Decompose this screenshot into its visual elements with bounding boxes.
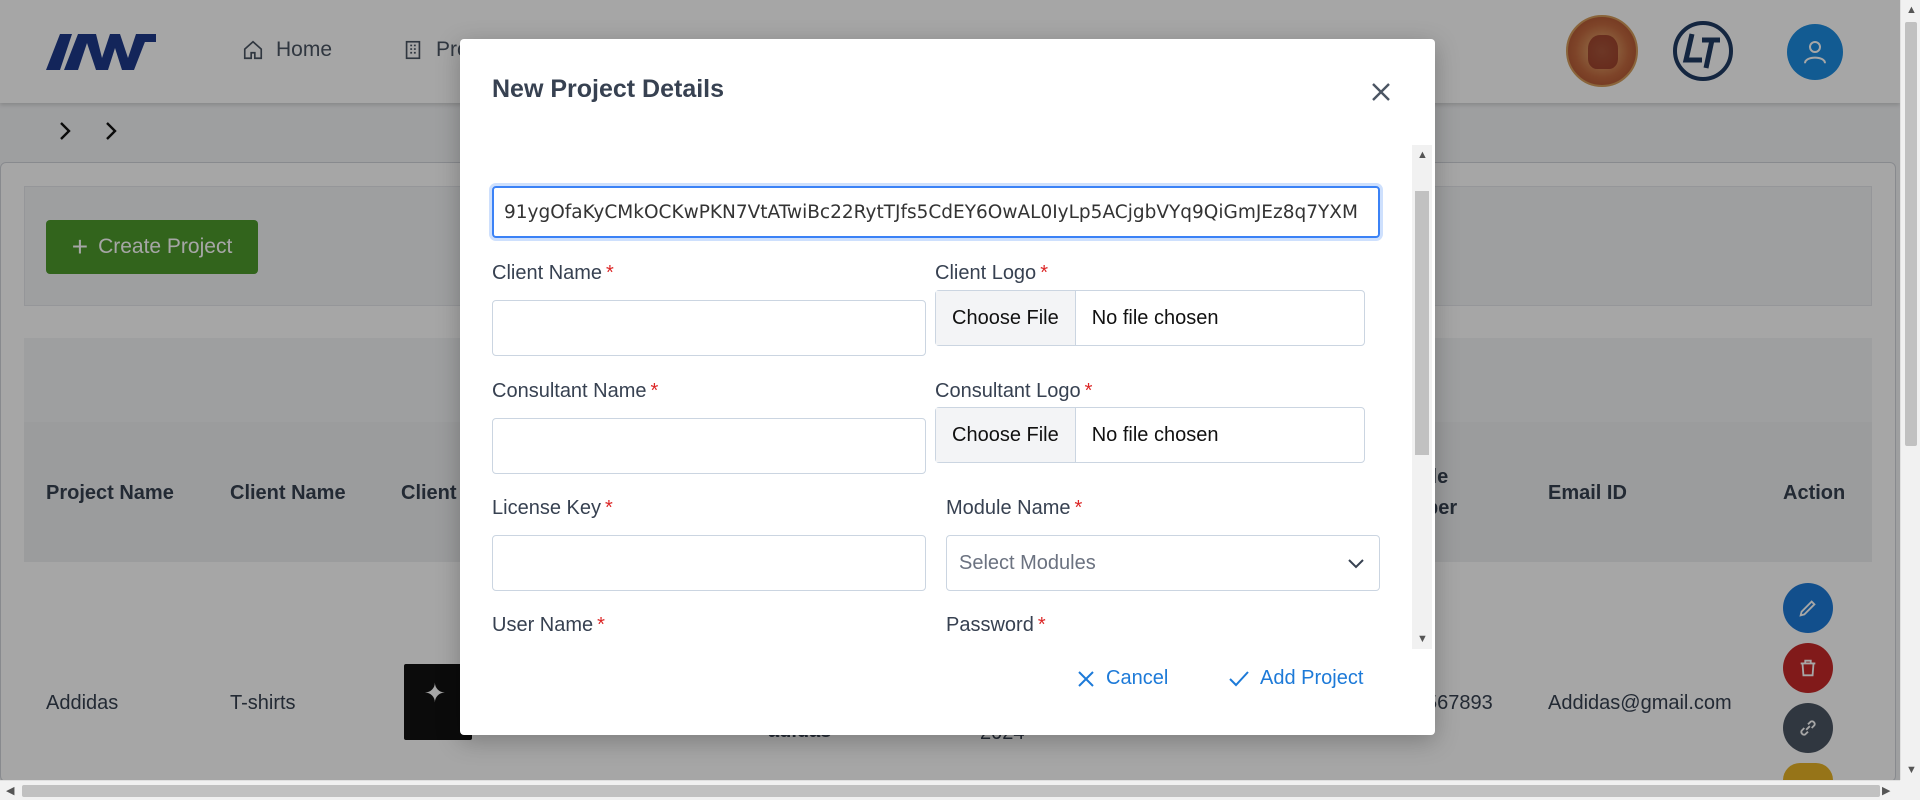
file-status-text: No file chosen — [1091, 306, 1219, 329]
cancel-button[interactable]: Cancel — [1076, 667, 1168, 690]
scroll-up-arrow-icon[interactable]: ▲ — [1906, 4, 1917, 16]
chevron-down-icon — [1348, 559, 1364, 569]
scroll-left-arrow-icon[interactable]: ◀ — [6, 784, 14, 797]
choose-file-button[interactable]: Choose File — [936, 291, 1076, 345]
consultant-logo-label: Consultant Logo * — [935, 380, 1093, 402]
client-logo-label: Client Logo * — [935, 262, 1048, 284]
license-key-label: License Key * — [492, 497, 613, 519]
license-key-value-input[interactable]: 91ygOfaKyCMkOCKwPKN7VtATwiBc22RytTJfs5Cd… — [492, 186, 1380, 238]
page-vertical-scrollbar[interactable]: ▲ ▼ — [1900, 0, 1920, 780]
cancel-label: Cancel — [1106, 667, 1169, 689]
new-project-modal: New Project Details 91ygOfaKyCMkOCKwPKN7… — [460, 39, 1435, 735]
vertical-scroll-thumb[interactable] — [1905, 22, 1917, 446]
choose-file-button[interactable]: Choose File — [936, 408, 1076, 462]
horizontal-scroll-thumb[interactable] — [22, 785, 1880, 797]
module-select-placeholder: Select Modules — [959, 551, 1096, 574]
file-status-text: No file chosen — [1091, 423, 1219, 446]
scroll-down-arrow-icon[interactable]: ▼ — [1906, 764, 1917, 776]
license-key-input[interactable] — [492, 535, 926, 591]
modal-scroll-thumb[interactable] — [1415, 191, 1429, 455]
modal-scrollbar[interactable]: ▲ ▼ — [1412, 145, 1432, 649]
module-select[interactable]: Select Modules — [946, 535, 1380, 591]
check-icon — [1229, 670, 1249, 686]
client-name-input[interactable] — [492, 300, 926, 356]
modal-body: 91ygOfaKyCMkOCKwPKN7VtATwiBc22RytTJfs5Cd… — [460, 145, 1412, 649]
scroll-corner — [1900, 780, 1920, 800]
modal-title: New Project Details — [492, 75, 725, 103]
password-label: Password * — [946, 614, 1046, 636]
scroll-right-arrow-icon[interactable]: ▶ — [1882, 784, 1890, 797]
page-horizontal-scrollbar[interactable]: ◀ ▶ — [0, 780, 1900, 800]
user-name-label: User Name * — [492, 614, 605, 636]
module-name-label: Module Name * — [946, 497, 1083, 519]
client-logo-file-input[interactable]: Choose File No file chosen — [935, 290, 1365, 346]
scroll-down-arrow-icon[interactable]: ▼ — [1417, 633, 1428, 645]
add-project-label: Add Project — [1260, 667, 1364, 689]
consultant-name-input[interactable] — [492, 418, 926, 474]
client-name-label: Client Name * — [492, 262, 614, 284]
scroll-up-arrow-icon[interactable]: ▲ — [1417, 149, 1428, 161]
close-icon — [1078, 670, 1094, 687]
close-icon[interactable] — [1368, 79, 1394, 105]
consultant-logo-file-input[interactable]: Choose File No file chosen — [935, 407, 1365, 463]
consultant-name-label: Consultant Name * — [492, 380, 659, 402]
add-project-button[interactable]: Add Project — [1228, 667, 1363, 690]
